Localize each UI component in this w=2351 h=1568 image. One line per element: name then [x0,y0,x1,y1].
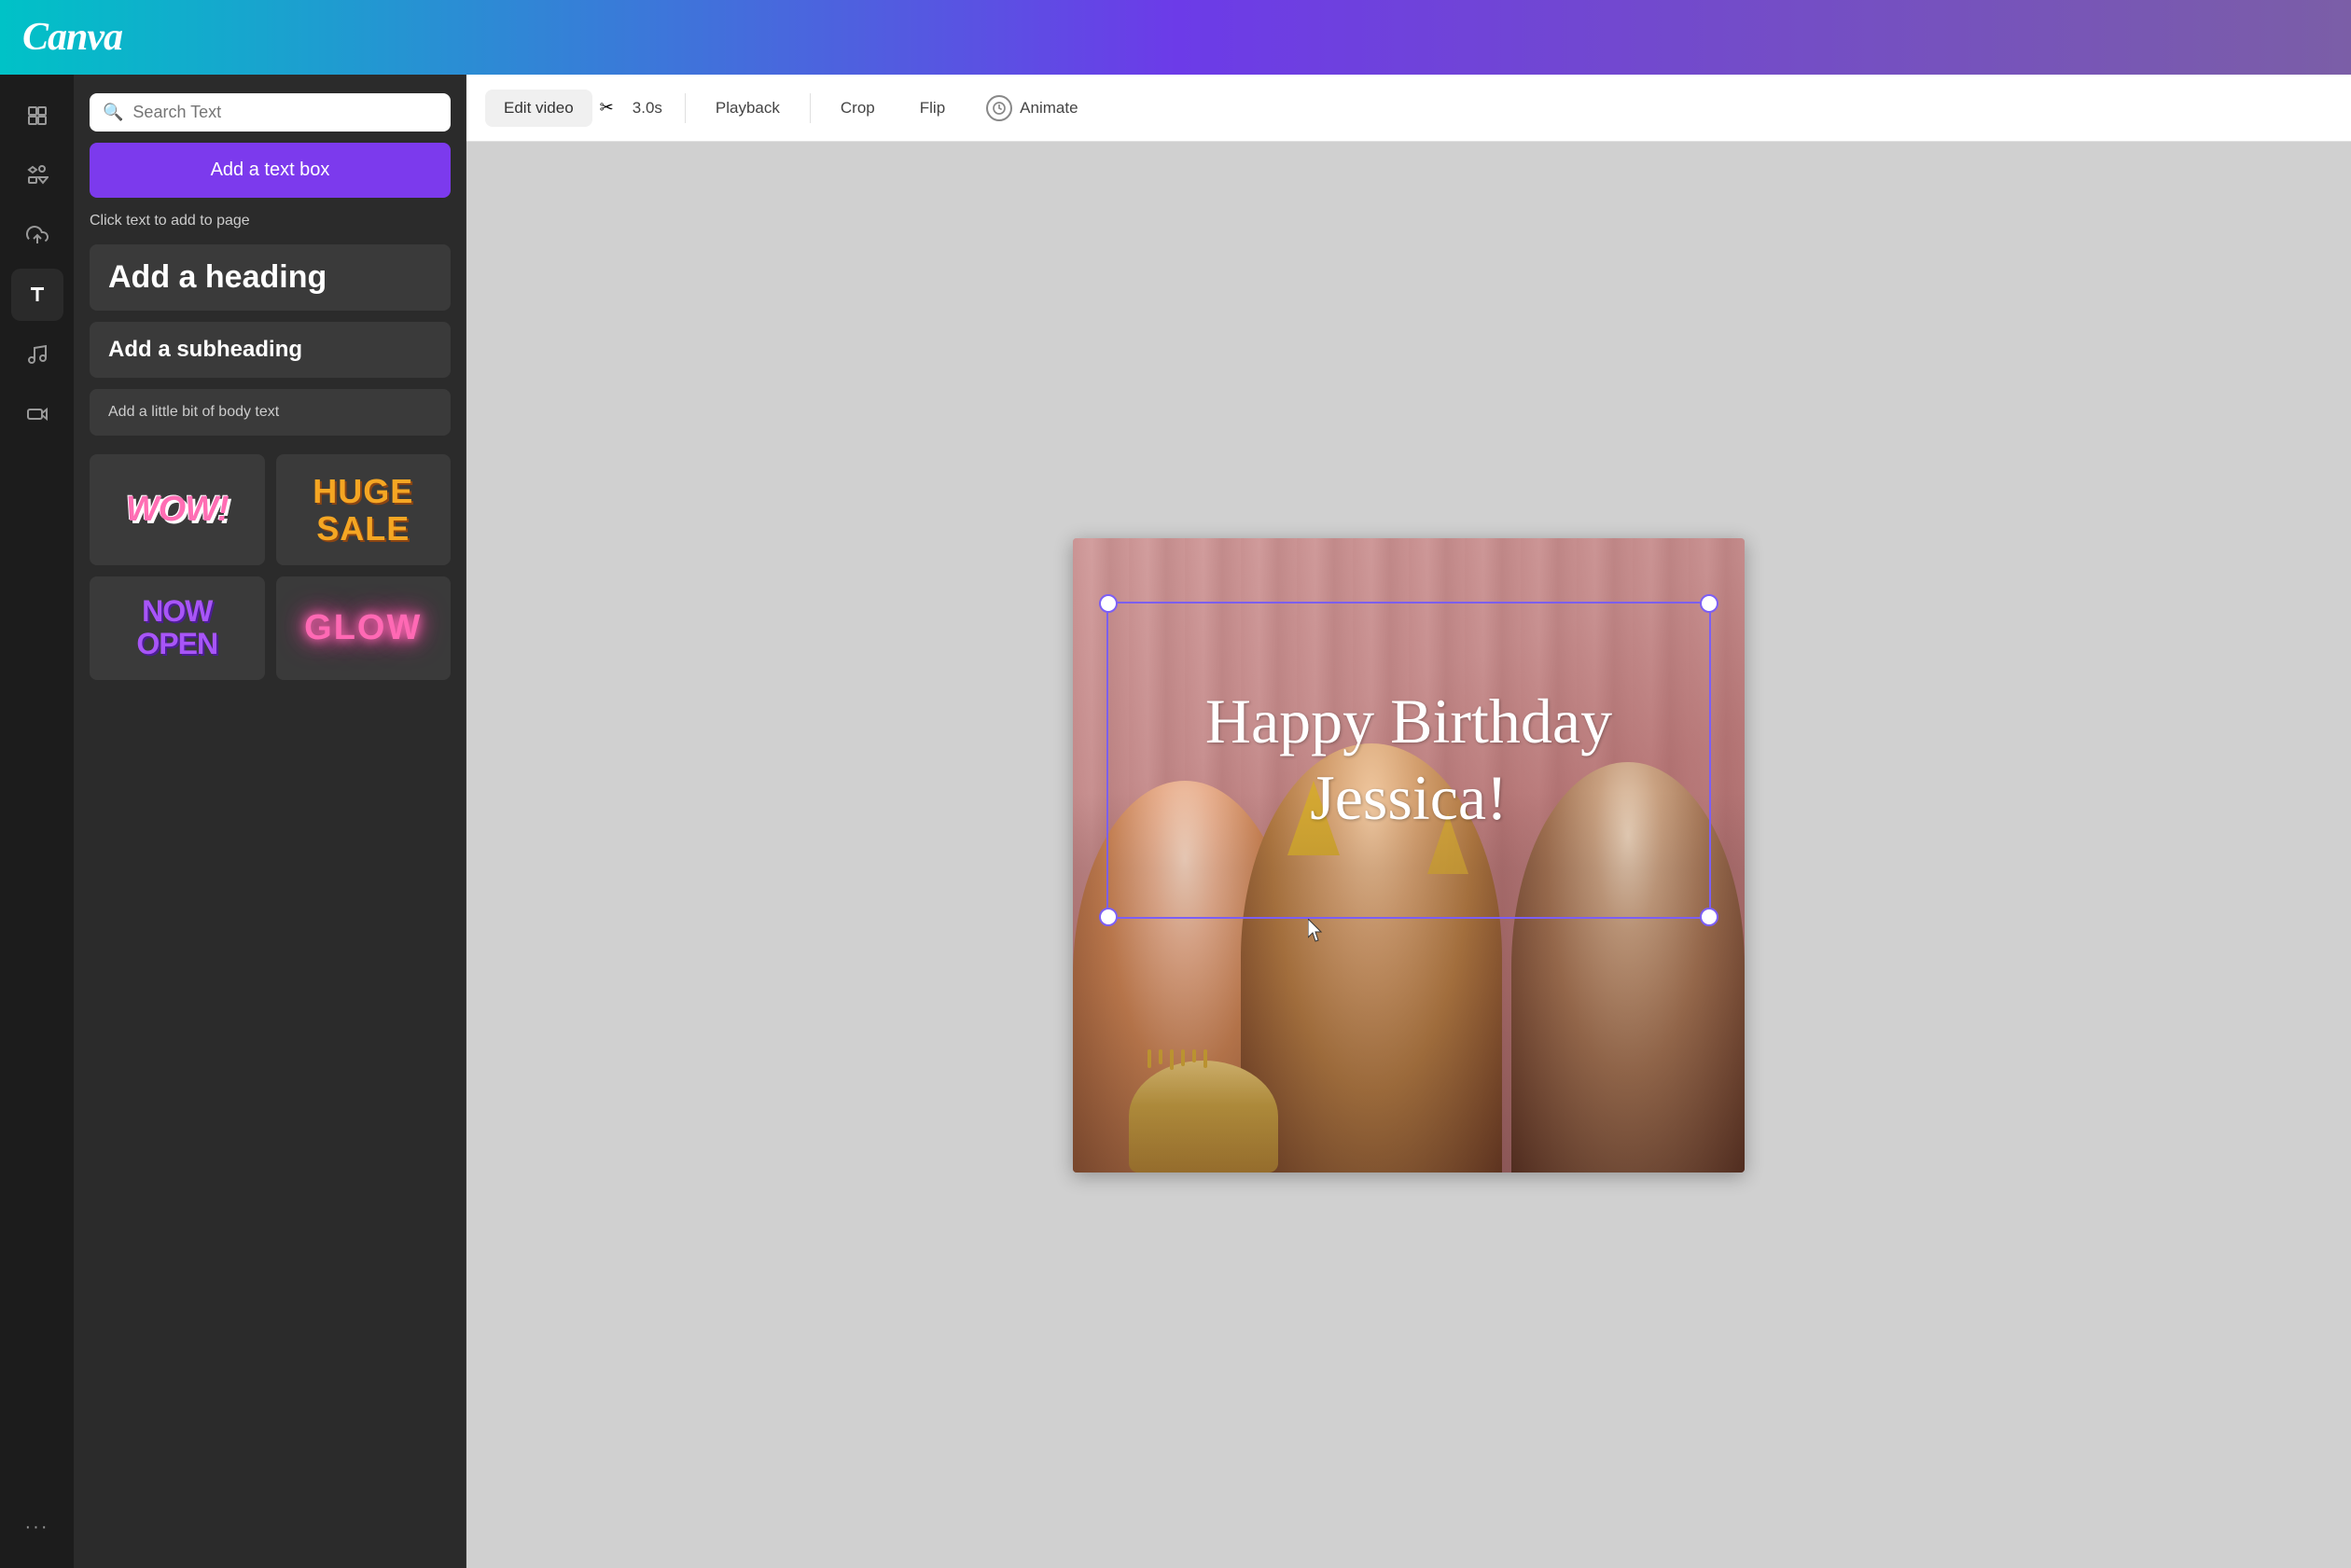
subheading-text: Add a subheading [108,337,302,362]
birthday-text-overlay[interactable]: Happy Birthday Jessica! [1106,602,1711,919]
animate-label: Animate [1020,99,1078,118]
sidebar-item-video[interactable] [11,388,63,440]
canvas-area: Happy Birthday Jessica! [466,142,2351,1568]
sidebar-item-templates[interactable] [11,90,63,142]
toolbar-divider-2 [810,93,811,123]
video-preview: Happy Birthday Jessica! [1073,538,1745,1173]
handle-bottom-left[interactable] [1099,908,1118,926]
huge-sale-style-card[interactable]: HUGESALE [276,454,452,565]
wow-style-card[interactable]: WOW! [90,454,265,565]
handle-top-left[interactable] [1099,594,1118,613]
wow-text: WOW! [126,490,229,530]
app-header: Canva [0,0,2351,75]
click-text-label: Click text to add to page [90,209,451,233]
search-input[interactable] [132,103,438,122]
toolbar-divider-1 [685,93,686,123]
crop-button[interactable]: Crop [822,90,894,127]
sidebar-item-uploads[interactable] [11,209,63,261]
huge-sale-text: HUGESALE [313,473,413,547]
text-panel: 🔍 Add a text box Click text to add to pa… [75,75,466,1568]
handle-bottom-right[interactable] [1700,908,1718,926]
more-options[interactable]: ··· [25,1517,49,1538]
text-styles-grid: WOW! HUGESALE NOWOPEN GLOW [90,454,451,680]
main-content: Edit video ✂ 3.0s Playback Crop Flip Ani… [466,75,2351,1568]
glow-text: GLOW [304,608,422,648]
heading-text: Add a heading [108,259,327,295]
subheading-style-item[interactable]: Add a subheading [90,322,451,378]
toolbar: Edit video ✂ 3.0s Playback Crop Flip Ani… [466,75,2351,142]
glow-style-card[interactable]: GLOW [276,576,452,679]
now-open-style-card[interactable]: NOWOPEN [90,576,265,679]
handle-top-right[interactable] [1700,594,1718,613]
sidebar-icons: ··· [0,75,75,1568]
birthday-line2: Jessica! [1310,762,1507,833]
animate-button[interactable]: Animate [971,88,1092,129]
playback-button[interactable]: Playback [697,90,799,127]
main-layout: ··· 🔍 Add a text box Click text to add t… [0,75,2351,1568]
heading-style-item[interactable]: Add a heading [90,244,451,311]
add-textbox-button[interactable]: Add a text box [90,143,451,198]
now-open-text: NOWOPEN [136,595,217,660]
birthday-text: Happy Birthday Jessica! [1205,684,1612,836]
flip-button[interactable]: Flip [901,90,964,127]
search-box[interactable]: 🔍 [90,93,451,132]
edit-video-button[interactable]: Edit video [485,90,592,127]
animate-icon [986,95,1012,121]
sidebar-item-audio[interactable] [11,328,63,381]
duration-badge: 3.0s [621,91,674,125]
sidebar-item-text[interactable] [11,269,63,321]
canva-logo: Canva [22,15,122,60]
search-icon: 🔍 [103,103,123,122]
scissors-icon: ✂ [600,98,614,118]
body-style-item[interactable]: Add a little bit of body text [90,389,451,436]
sidebar-item-elements[interactable] [11,149,63,201]
birthday-background: Happy Birthday Jessica! [1073,538,1745,1173]
birthday-line1: Happy Birthday [1205,686,1612,756]
body-text: Add a little bit of body text [108,404,279,420]
